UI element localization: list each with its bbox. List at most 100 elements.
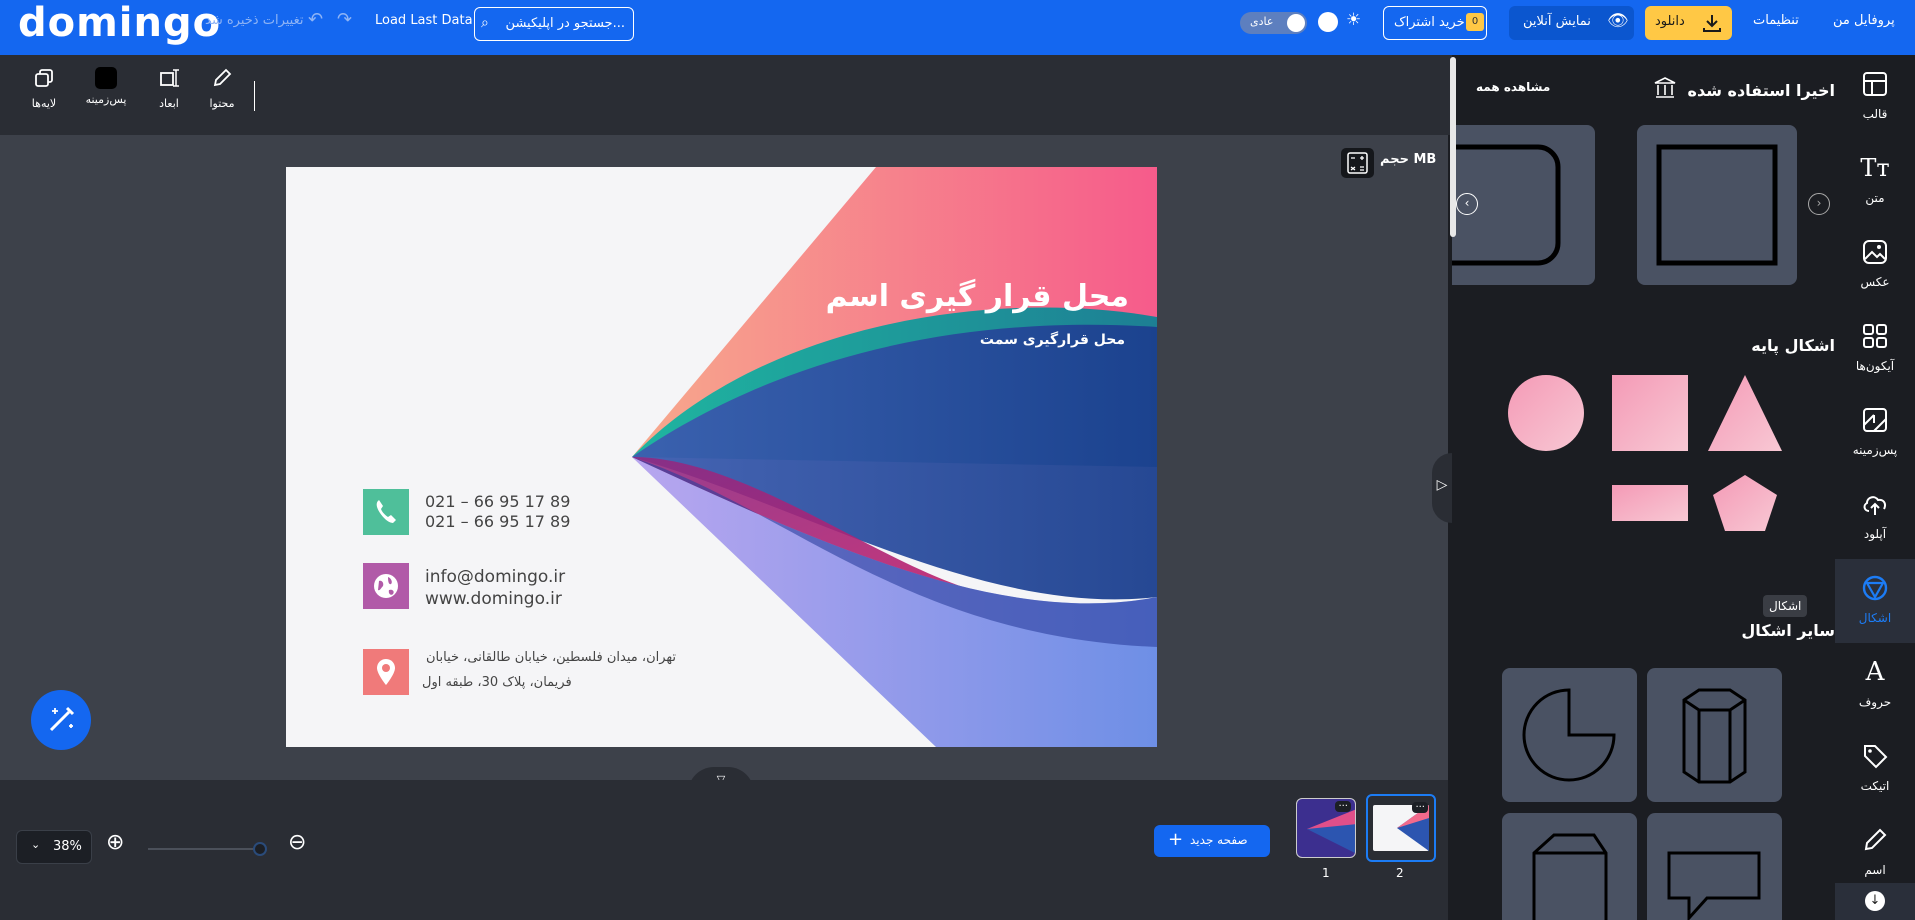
phone-icon[interactable] (363, 489, 409, 535)
zoom-slider-handle[interactable] (253, 842, 267, 856)
recent-shape-square[interactable] (1637, 125, 1797, 285)
search-icon: ⌕ (481, 15, 489, 31)
eye-icon: 👁 (1607, 11, 1629, 31)
address-line-2[interactable]: فریمان، پلاک 30، طبقه اول (422, 675, 572, 690)
app-logo[interactable]: domingo (18, 0, 221, 46)
zoom-in-icon[interactable]: ⊕ (106, 830, 124, 855)
basic-shapes-grid[interactable] (1452, 375, 1835, 555)
card-background-art (632, 167, 1157, 747)
search-input[interactable]: جستجو در اپلیکیشن... ⌕ (474, 7, 634, 41)
new-page-button[interactable]: + صفحه جدید (1154, 825, 1270, 857)
rail-label: قالب (1862, 107, 1888, 121)
other-shape-pie[interactable] (1502, 668, 1637, 802)
zoom-select[interactable]: 38% ⌄ (16, 830, 92, 864)
theme-knob[interactable] (1318, 12, 1338, 32)
design-canvas[interactable]: محل قرار گیری اسم محل قرارگیری سمت 021 –… (286, 167, 1157, 747)
square-shape[interactable] (1612, 375, 1688, 451)
rail-item-image[interactable]: عکس (1835, 223, 1915, 307)
mode-label: عادی (1250, 15, 1274, 28)
rail-item-upload[interactable]: آپلود (1835, 475, 1915, 559)
toggle-knob (1287, 14, 1305, 32)
layers-tool[interactable]: لایه‌ها (22, 67, 66, 110)
shapes-icon (1862, 575, 1888, 601)
email-text[interactable]: info@domingo.ir (425, 567, 565, 587)
rectangle-shape[interactable] (1612, 485, 1688, 521)
page-thumbnail-2[interactable]: ··· (1366, 794, 1436, 862)
panel-collapse-toggle[interactable]: ▷ (1432, 453, 1452, 523)
shapes-tooltip: اشکال (1763, 595, 1808, 617)
redo-icon[interactable]: ↷ (337, 9, 352, 30)
text-icon: Tт (1860, 154, 1890, 182)
layers-icon (35, 69, 53, 87)
calculator-icon[interactable] (1341, 148, 1374, 178)
rail-item-letters[interactable]: A حروف (1835, 643, 1915, 727)
load-last-data-button[interactable]: Load Last Data (375, 13, 473, 28)
bg-color-icon (95, 67, 117, 89)
toolbar-divider (254, 81, 255, 111)
panel-scrollbar[interactable] (1450, 57, 1456, 237)
pentagon-shape[interactable] (1713, 475, 1777, 531)
circle-shape[interactable] (1508, 375, 1584, 451)
upload-icon (1863, 496, 1887, 515)
file-size-label: حجم MB (1380, 152, 1437, 167)
other-shape-box[interactable] (1502, 813, 1637, 920)
recent-section-title: اخیرا استفاده شده (1687, 81, 1835, 100)
location-icon[interactable] (363, 649, 409, 695)
rail-label: آپلود (1863, 527, 1887, 541)
zoom-value: 38% (53, 839, 82, 854)
carousel-next-icon[interactable]: › (1808, 193, 1830, 215)
zoom-out-icon[interactable]: ⊖ (288, 830, 306, 855)
rail-item-tag[interactable]: اتیکت (1835, 727, 1915, 811)
pen-icon (1864, 828, 1887, 851)
resize-tool[interactable]: ابعاد (147, 67, 191, 110)
top-bar: domingo تغییرات ذخیره شد ↶ ↷ Load Last D… (0, 0, 1915, 55)
sun-icon[interactable]: ☀ (1346, 10, 1361, 30)
subscribe-button[interactable]: خرید اشتراک 0 (1383, 6, 1487, 40)
card-title[interactable]: محل قرار گیری اسم (826, 279, 1129, 314)
phone-2[interactable]: 021 – 66 95 17 89 (425, 512, 570, 531)
download-button[interactable]: دانلود (1645, 6, 1732, 40)
rail-item-template[interactable]: قالب (1835, 55, 1915, 139)
rail-label: اتیکت (1860, 779, 1890, 793)
thumb-menu-2[interactable]: ··· (1412, 802, 1428, 813)
card-subtitle[interactable]: محل قرارگیری سمت (980, 332, 1125, 348)
profile-link[interactable]: پروفایل من (1833, 13, 1895, 28)
download-label: دانلود (1655, 14, 1685, 29)
page-thumbnail-1[interactable]: ··· (1296, 798, 1356, 858)
rail-label: اشکال (1858, 611, 1892, 625)
edit-toolbar: محتوا ابعاد پس‌زمینه لایه‌ها (0, 55, 1452, 135)
background-tool[interactable]: پس‌زمینه (84, 67, 128, 106)
pie-chart-icon (1522, 688, 1616, 782)
phone-1[interactable]: 021 – 66 95 17 89 (425, 492, 570, 511)
rail-item-text[interactable]: Tт متن (1835, 139, 1915, 223)
icons-grid-icon (1863, 324, 1887, 348)
magic-wand-button[interactable] (31, 690, 91, 750)
carousel-prev-icon[interactable]: ‹ (1456, 193, 1478, 215)
shapes-panel: اخیرا استفاده شده مشاهده همه ‹ › اشکال پ… (1452, 55, 1835, 920)
settings-link[interactable]: تنظیمات (1753, 13, 1799, 28)
rail-label: اسم (1864, 863, 1886, 877)
hex-box-icon (1532, 833, 1608, 920)
subscribe-label: خرید اشتراک (1394, 15, 1465, 30)
rail-item-icons[interactable]: آیکون‌ها (1835, 307, 1915, 391)
view-all-link[interactable]: مشاهده همه (1476, 80, 1550, 94)
address-line-1[interactable]: تهران، میدان فلسطین، خیابان طالقانی، خیا… (426, 650, 676, 665)
website-text[interactable]: www.domingo.ir (425, 589, 562, 609)
globe-icon[interactable] (363, 563, 409, 609)
online-preview-button[interactable]: نمایش آنلاین 👁 (1509, 6, 1634, 40)
other-shape-prism[interactable] (1647, 668, 1782, 802)
edit-icon (213, 68, 232, 87)
undo-icon[interactable]: ↶ (308, 9, 323, 30)
rail-item-background[interactable]: پس‌زمینه (1835, 391, 1915, 475)
zoom-slider-track[interactable] (148, 848, 260, 850)
rail-scroll-down[interactable]: ↓ (1835, 883, 1915, 920)
thumb-menu-1[interactable]: ··· (1335, 801, 1351, 812)
triangle-shape[interactable] (1708, 375, 1782, 451)
other-shapes-title: سایر اشکال (1741, 621, 1835, 640)
content-tool[interactable]: محتوا (200, 67, 244, 110)
mode-toggle[interactable]: عادی (1240, 12, 1307, 34)
resize-icon (160, 69, 179, 87)
rail-item-shapes[interactable]: اشکال (1835, 559, 1915, 643)
other-shape-speech[interactable] (1647, 813, 1782, 920)
rail-label: آیکون‌ها (1855, 359, 1895, 373)
